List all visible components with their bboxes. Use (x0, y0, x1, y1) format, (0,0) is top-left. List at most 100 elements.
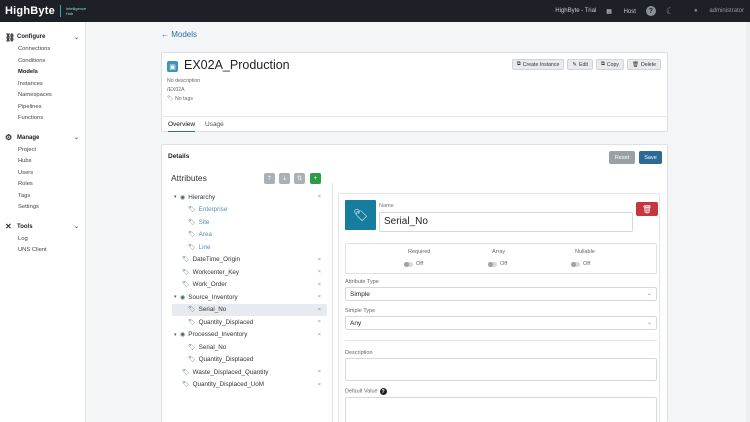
remove-icon[interactable]: × (318, 319, 321, 325)
tree-node-serial-no[interactable]: 🏷 Serial_No (172, 341, 327, 354)
sidebar-item-roles[interactable]: Roles (0, 179, 85, 191)
tag-icon: 🏷 (182, 282, 190, 289)
top-bar: HighByte Intelligence Hub HighByte - Tria… (0, 0, 750, 22)
default-value-field[interactable] (345, 397, 657, 422)
remove-icon[interactable]: × (318, 294, 321, 300)
reset-button[interactable]: Reset (609, 151, 635, 164)
user-menu[interactable]: ● administrator (684, 8, 744, 14)
save-button[interactable]: Save (639, 151, 662, 164)
tree-node-waste-displaced-quantity[interactable]: 🏷 Waste_Displaced_Quantity × (172, 366, 327, 379)
sidebar-item-project[interactable]: Project (0, 145, 85, 157)
sort-button[interactable]: ⇅ (294, 173, 305, 184)
collapse-icon: ⇡ (266, 176, 273, 182)
tree-node-work-order[interactable]: 🏷 Work_Order × (172, 279, 327, 292)
sidebar-item-uns-client[interactable]: UNS Client (0, 245, 85, 257)
tag-icon: 🏷 (182, 257, 190, 264)
edit-button[interactable]: ✎ Edit (567, 59, 593, 70)
expand-icon: ⇣ (281, 176, 288, 182)
remove-icon[interactable]: × (318, 282, 321, 288)
tree-node-source-inventory[interactable]: ▾ ◉ Source_Inventory × (172, 291, 327, 304)
gear-icon: ⚙ (5, 133, 13, 142)
help-icon[interactable]: ? (645, 6, 656, 16)
tree-node-enterprise[interactable]: 🏷 Enterprise (172, 204, 327, 217)
copy-button[interactable]: ⧉ Copy (595, 59, 625, 70)
remove-icon[interactable]: × (318, 194, 321, 200)
chevron-down-icon: ⌄ (74, 135, 80, 141)
tree-node-site[interactable]: 🏷 Site (172, 216, 327, 229)
tree-node-hierarchy[interactable]: ▾ ◉ Hierarchy × (172, 191, 327, 204)
tree-node-line[interactable]: 🏷 Line (172, 241, 327, 254)
delete-attribute-button[interactable]: 🗑 (636, 202, 658, 216)
delete-button[interactable]: 🗑 Delete (627, 59, 661, 70)
tree-node-area[interactable]: 🏷 Area (172, 229, 327, 242)
dark-mode-icon[interactable]: ☾ (666, 6, 674, 17)
remove-icon[interactable]: × (318, 307, 321, 313)
description-field[interactable] (345, 358, 657, 381)
sidebar-item-hubs[interactable]: Hubs (0, 156, 85, 168)
main-content: ← Models ▣ EX02A_Production No descripti… (86, 22, 750, 422)
sidebar-item-models[interactable]: Models (0, 67, 85, 79)
tree-node-workcenter-key[interactable]: 🏷 Workcenter_Key × (172, 266, 327, 279)
default-value-label: Default Value? (345, 388, 387, 395)
model-tags: 🏷 No tags (167, 96, 193, 102)
tree-node-quantity-displaced[interactable]: 🏷 Quantity_Displaced × (172, 316, 327, 329)
sidebar-item-settings[interactable]: Settings (0, 202, 85, 214)
chevron-down-icon: ⌄ (646, 320, 652, 326)
tag-icon: 🏷 (188, 219, 196, 226)
remove-icon[interactable]: × (318, 382, 321, 388)
sidebar-item-conditions[interactable]: Conditions (0, 56, 85, 68)
attribute-editor: 🏷 Name Serial_No 🗑 Required Off Array Of… (338, 193, 660, 422)
sidebar-item-connections[interactable]: Connections (0, 44, 85, 56)
toggle-switch[interactable] (404, 261, 413, 267)
tree-node-datetime-origin[interactable]: 🏷 DateTime_Origin × (172, 254, 327, 267)
description-label: Description (345, 350, 373, 356)
sidebar-section-tools[interactable]: ✕ Tools ⌄ (0, 222, 85, 232)
required-toggle[interactable]: Required Off (404, 249, 464, 267)
attribute-type-select[interactable]: Simple ⌄ (345, 287, 657, 301)
add-attribute-button[interactable]: + (310, 173, 321, 184)
remove-icon[interactable]: × (318, 257, 321, 263)
model-path: /EX02A (167, 87, 185, 93)
nullable-toggle[interactable]: Nullable Off (571, 249, 631, 267)
tree-node-serial-no[interactable]: 🏷 Serial_No × (172, 303, 327, 316)
sidebar-item-namespaces[interactable]: Namespaces (0, 90, 85, 102)
array-toggle[interactable]: Array Off (488, 249, 548, 267)
tab-overview[interactable]: Overview (168, 121, 196, 132)
attribute-switches: Required Off Array Off Nullable Off (345, 243, 657, 274)
name-field[interactable]: Serial_No (379, 212, 633, 232)
tag-icon: 🏷 (188, 232, 196, 239)
chevron-down-icon: ⌄ (74, 34, 80, 41)
create-instance-button[interactable]: ⧉ Create Instance (511, 59, 565, 70)
model-icon: ◉ (180, 332, 186, 339)
tree-node-processed-inventory[interactable]: ▾ ◉ Processed_Inventory × (172, 329, 327, 342)
divider (345, 340, 657, 341)
scrollbar[interactable] (746, 22, 750, 422)
back-link[interactable]: ← Models (161, 30, 197, 39)
host-selector[interactable]: ▦ Host (606, 8, 636, 15)
app-logo[interactable]: HighByte Intelligence Hub (5, 5, 86, 17)
expand-all-button[interactable]: ⇣ (279, 173, 290, 184)
sidebar-item-log[interactable]: Log (0, 234, 85, 246)
tab-bar: Overview Usage (162, 116, 667, 132)
model-header-card: ▣ EX02A_Production No description /EX02A… (161, 52, 668, 132)
sidebar-item-pipelines[interactable]: Pipelines (0, 102, 85, 114)
remove-icon[interactable]: × (318, 369, 321, 375)
simple-type-select[interactable]: Any ⌄ (345, 316, 657, 330)
tag-icon: 🏷 (188, 344, 196, 351)
collapse-all-button[interactable]: ⇡ (264, 173, 275, 184)
sidebar-item-functions[interactable]: Functions (0, 113, 85, 125)
sidebar-item-tags[interactable]: Tags (0, 191, 85, 203)
toggle-switch[interactable] (488, 261, 497, 267)
remove-icon[interactable]: × (318, 269, 321, 275)
tree-node-quantity-displaced[interactable]: 🏷 Quantity_Displaced (172, 354, 327, 367)
help-icon[interactable]: ? (379, 388, 387, 395)
sidebar-item-users[interactable]: Users (0, 168, 85, 180)
toggle-switch[interactable] (571, 261, 580, 267)
sidebar-section-configure[interactable]: ⛓ Configure ⌄ (0, 32, 85, 42)
tree-node-quantity-displaced-uom[interactable]: 🏷 Quantity_Displaced_UoM × (172, 379, 327, 392)
sidebar-section-manage[interactable]: ⚙ Manage ⌄ (0, 133, 85, 143)
tab-usage[interactable]: Usage (205, 121, 224, 128)
remove-icon[interactable]: × (318, 332, 321, 338)
logo-divider (59, 5, 61, 17)
sidebar-item-instances[interactable]: Instances (0, 79, 85, 91)
